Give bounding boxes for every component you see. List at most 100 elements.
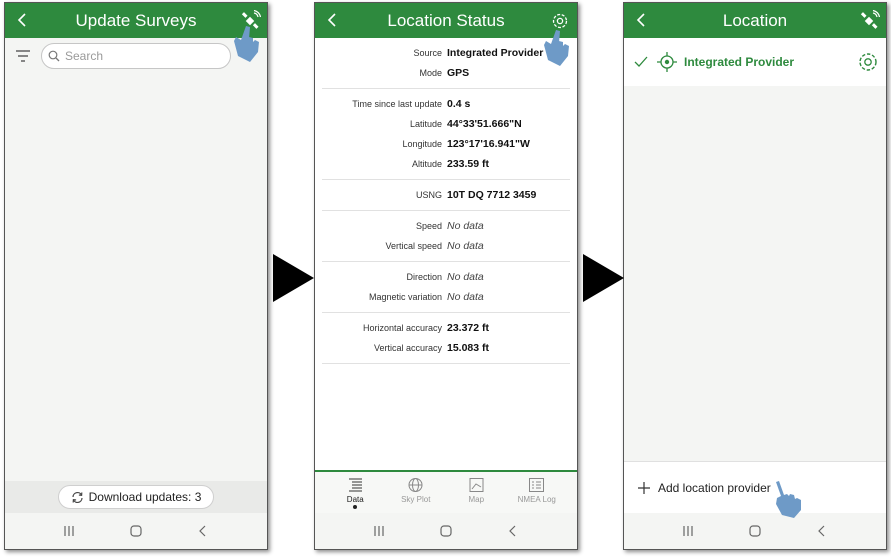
- row-label: Vertical accuracy: [373, 343, 442, 353]
- download-updates-label: Download updates: 3: [88, 490, 202, 504]
- tap-hand-icon: [776, 481, 801, 518]
- active-tab-indicator: [353, 505, 358, 509]
- row-value: No data: [447, 271, 484, 283]
- status-group: Horizontal accuracy 23.372 ft Vertical ac…: [322, 313, 570, 364]
- location-target-icon: [657, 52, 677, 72]
- download-bar: Download updates: 3: [5, 481, 267, 513]
- status-row: Mode GPS: [322, 63, 570, 83]
- row-value: 44°33'51.666"N: [447, 118, 522, 130]
- status-group: Source Integrated Provider Mode GPS: [322, 38, 570, 89]
- search-icon: [48, 50, 60, 62]
- system-nav-bar: [624, 513, 886, 549]
- search-box[interactable]: [41, 43, 231, 69]
- home-icon[interactable]: [439, 524, 453, 538]
- sync-icon: [72, 491, 83, 503]
- system-back-icon[interactable]: [196, 524, 210, 538]
- tab-label: Sky Plot: [401, 495, 431, 504]
- row-value: GPS: [447, 67, 470, 79]
- status-row: Longitude 123°17'16.941"W: [322, 134, 570, 154]
- provider-name: Integrated Provider: [684, 55, 795, 69]
- status-row: Direction No data: [322, 267, 570, 287]
- status-row: Magnetic variation No data: [322, 287, 570, 307]
- home-icon[interactable]: [129, 524, 143, 538]
- row-label: Vertical speed: [385, 241, 442, 251]
- row-value: No data: [447, 240, 484, 252]
- search-input[interactable]: [65, 49, 215, 63]
- phone-location-status: Location Status Source Integrated Provide…: [314, 2, 578, 550]
- status-row: Speed No data: [322, 216, 570, 236]
- row-label: Source: [413, 48, 442, 58]
- status-row: Latitude 44°33'51.666"N: [322, 114, 570, 134]
- row-label: Direction: [406, 272, 442, 282]
- download-updates-button[interactable]: Download updates: 3: [57, 485, 215, 509]
- tap-hand-icon: [544, 30, 569, 66]
- add-location-provider-button[interactable]: Add location provider: [624, 461, 886, 513]
- system-back-icon[interactable]: [815, 524, 829, 538]
- recent-apps-icon[interactable]: [62, 524, 76, 538]
- status-row: Vertical accuracy 15.083 ft: [322, 338, 570, 358]
- row-value: 10T DQ 7712 3459: [447, 189, 537, 201]
- nmea-log-icon: [529, 478, 545, 492]
- tab-nmea-log[interactable]: NMEA Log: [509, 477, 564, 513]
- status-group: Time since last update 0.4 s Latitude 44°3…: [322, 89, 570, 180]
- home-icon[interactable]: [748, 524, 762, 538]
- row-label: Time since last update: [352, 99, 442, 109]
- page-title: Update Surveys: [75, 10, 197, 30]
- tab-label: Data: [346, 495, 364, 504]
- row-value: 0.4 s: [447, 98, 471, 110]
- status-row: Source Integrated Provider: [322, 43, 570, 63]
- row-label: Longitude: [402, 139, 442, 149]
- status-row: Horizontal accuracy 23.372 ft: [322, 318, 570, 338]
- row-label: Mode: [419, 68, 442, 78]
- checkmark-icon: [634, 56, 648, 67]
- status-content: Source Integrated Provider Mode GPS Time s…: [315, 38, 577, 470]
- status-group: USNG 10T DQ 7712 3459: [322, 180, 570, 211]
- row-label: Speed: [415, 221, 442, 231]
- tap-hand-icon: [234, 26, 259, 62]
- status-group: Speed No data Vertical speed No data: [322, 211, 570, 262]
- system-nav-bar: [315, 513, 577, 549]
- row-label: Horizontal accuracy: [362, 323, 442, 333]
- row-value: Integrated Provider: [447, 47, 544, 59]
- page-title: Location Status: [387, 10, 505, 30]
- recent-apps-icon[interactable]: [372, 524, 386, 538]
- row-value: No data: [447, 291, 484, 303]
- tab-label: NMEA Log: [517, 495, 556, 504]
- row-value: 15.083 ft: [447, 342, 490, 354]
- tab-data[interactable]: Data: [328, 477, 383, 513]
- step-arrow-icon: [583, 254, 624, 302]
- satellite-icon[interactable]: [858, 10, 880, 32]
- status-row: Altitude 233.59 ft: [322, 154, 570, 174]
- back-arrow-icon[interactable]: [323, 11, 341, 29]
- add-location-provider-label: Add location provider: [658, 480, 771, 495]
- filter-icon[interactable]: [15, 49, 31, 63]
- step-arrow-icon: [273, 254, 314, 302]
- tab-sky-plot[interactable]: Sky Plot: [388, 477, 443, 513]
- row-label: Magnetic variation: [368, 292, 442, 302]
- row-label: Altitude: [411, 159, 442, 169]
- map-icon: [469, 478, 484, 492]
- tab-label: Map: [468, 495, 485, 504]
- back-arrow-icon[interactable]: [13, 11, 31, 29]
- data-list-icon: [348, 478, 362, 492]
- recent-apps-icon[interactable]: [681, 524, 695, 538]
- bottom-tab-bar: Data Sky Plot Map NMEA Log: [315, 470, 577, 513]
- gear-icon[interactable]: [856, 50, 880, 74]
- status-row: Time since last update 0.4 s: [322, 94, 570, 114]
- back-arrow-icon[interactable]: [632, 11, 650, 29]
- row-value: 123°17'16.941"W: [447, 138, 530, 150]
- status-row: USNG 10T DQ 7712 3459: [322, 185, 570, 205]
- provider-row[interactable]: Integrated Provider: [624, 38, 886, 86]
- row-value: No data: [447, 220, 484, 232]
- system-nav-bar: [5, 513, 267, 549]
- status-group: Direction No data Magnetic variation No da…: [322, 262, 570, 313]
- tab-map[interactable]: Map: [449, 477, 504, 513]
- plus-icon: [638, 481, 650, 494]
- phone-location: Location Integrated Provider Add locatio…: [623, 2, 887, 550]
- row-label: Latitude: [409, 119, 442, 129]
- row-value: 233.59 ft: [447, 158, 490, 170]
- page-title: Location: [722, 10, 788, 30]
- system-back-icon[interactable]: [506, 524, 520, 538]
- app-bar: Location: [624, 3, 886, 38]
- row-label: USNG: [415, 190, 442, 200]
